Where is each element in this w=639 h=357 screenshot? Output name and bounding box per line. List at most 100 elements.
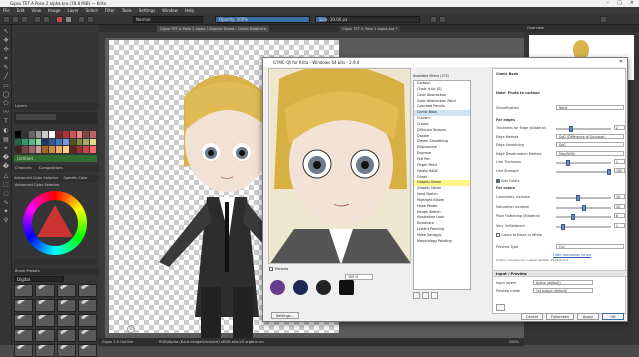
input-layers-select[interactable]: Active (default) <box>533 280 593 285</box>
filter-preview[interactable] <box>268 68 411 264</box>
palette-swatch[interactable] <box>35 138 42 146</box>
open-document-icon[interactable] <box>12 16 19 23</box>
brush-preset[interactable] <box>77 314 97 327</box>
status-zoom[interactable]: 100% <box>509 338 519 346</box>
param-slider[interactable] <box>556 126 611 132</box>
palette-swatch[interactable] <box>62 131 69 138</box>
ok-button[interactable]: OK <box>602 313 624 320</box>
menu-item-image[interactable]: Image <box>48 8 61 13</box>
brush-settings-icon[interactable] <box>87 16 94 23</box>
filter-item[interactable]: Morphology Painting <box>414 239 470 245</box>
palette-swatch[interactable] <box>21 138 28 146</box>
palette-swatch[interactable] <box>49 138 55 146</box>
color-triangle[interactable] <box>37 205 73 237</box>
ellipse-select-icon[interactable]: ⬚ <box>2 181 10 189</box>
param-slider[interactable] <box>556 223 611 230</box>
brush-preset[interactable] <box>56 329 76 342</box>
palette-swatch[interactable] <box>28 131 35 138</box>
palette-swatch[interactable] <box>49 146 55 153</box>
menu-item-help[interactable]: Help <box>185 8 194 13</box>
brush-preset[interactable] <box>14 329 34 342</box>
brush-preset[interactable] <box>35 314 55 327</box>
brush-preset[interactable] <box>14 314 34 327</box>
palette-swatch[interactable] <box>69 138 76 146</box>
palette-swatch[interactable] <box>56 138 62 146</box>
tab-compositions[interactable]: Compositions <box>36 166 66 170</box>
fill-icon[interactable]: ◐ <box>2 127 10 135</box>
brush-preset[interactable] <box>77 329 97 342</box>
rectangle-icon[interactable]: ▭ <box>2 82 10 90</box>
param-value[interactable]: 6 <box>614 213 625 218</box>
new-document-icon[interactable] <box>3 16 10 23</box>
slider-handle[interactable] <box>576 195 581 201</box>
save-document-icon[interactable] <box>21 16 28 23</box>
tab-channels[interactable]: Channels <box>12 166 35 170</box>
maximize-icon[interactable]: □ <box>617 0 622 7</box>
slider-handle[interactable] <box>571 214 576 220</box>
add-favorite-icon[interactable] <box>413 292 420 299</box>
palette-swatches[interactable] <box>15 131 96 153</box>
palette-swatch[interactable] <box>76 131 83 138</box>
brush-preset[interactable] <box>56 314 76 327</box>
size-slider[interactable]: Size: 10.00 px <box>315 16 420 23</box>
preview-checkbox[interactable] <box>269 267 273 271</box>
brush-preset[interactable] <box>14 299 34 312</box>
dialog-extra-icon[interactable] <box>496 304 505 311</box>
transform-icon[interactable]: ✥ <box>2 37 10 45</box>
output-mode-select[interactable]: 1st output (default) <box>533 288 593 293</box>
pan-icon[interactable]: ⚲ <box>2 217 10 225</box>
mirror-vertical-icon[interactable] <box>439 16 446 23</box>
layer-row[interactable]: Untitled <box>14 155 97 162</box>
palette-swatch[interactable] <box>69 146 76 153</box>
param-value[interactable]: 10 <box>614 194 625 199</box>
param-select[interactable]: DoG (Difference of Gaussian) <box>556 133 624 139</box>
palette-swatch[interactable] <box>35 131 42 138</box>
palette-swatch[interactable] <box>42 138 49 146</box>
zoom-icon[interactable]: ✦ <box>2 208 10 216</box>
brush-preset[interactable] <box>56 284 76 297</box>
ellipse-icon[interactable]: ◯ <box>2 91 10 99</box>
slider-handle[interactable] <box>568 126 573 132</box>
color-wheel[interactable] <box>23 191 87 255</box>
gradient-swatch-icon[interactable] <box>56 16 63 23</box>
palette-swatch[interactable] <box>15 131 21 138</box>
redo-icon[interactable] <box>43 16 50 23</box>
pattern-swatch-icon[interactable] <box>65 16 72 23</box>
line-icon[interactable]: ╱ <box>2 73 10 81</box>
palette-swatch[interactable] <box>42 131 49 138</box>
brush-preset[interactable] <box>56 299 76 312</box>
menu-item-file[interactable]: File <box>3 8 10 13</box>
palette-swatch[interactable] <box>62 138 69 146</box>
rect-select-icon[interactable]: △ <box>2 172 10 180</box>
menu-item-layer[interactable]: Layer <box>67 8 78 13</box>
palette-swatch[interactable] <box>90 138 96 146</box>
preview-toggle[interactable]: Preview <box>269 267 288 271</box>
colors-bw-row[interactable]: Colors to Black or White <box>496 233 542 237</box>
menu-item-view[interactable]: View <box>31 8 41 13</box>
palette-swatch[interactable] <box>56 131 62 138</box>
magic-wand-icon[interactable]: ∿ <box>2 199 10 207</box>
slider-handle[interactable] <box>581 204 586 211</box>
move-icon[interactable]: ✣ <box>2 46 10 54</box>
menu-item-edit[interactable]: Edit <box>17 8 25 13</box>
text-icon[interactable]: T <box>2 118 10 126</box>
palette-swatch[interactable] <box>21 131 28 138</box>
fullscreen-button[interactable]: Fullscreen <box>546 313 574 320</box>
slider-handle[interactable] <box>561 223 566 230</box>
brush-preset[interactable] <box>35 329 55 342</box>
brush-preset[interactable] <box>35 284 55 297</box>
cancel-button[interactable]: Cancel <box>521 313 543 320</box>
palette-swatch[interactable] <box>83 138 90 146</box>
param-value[interactable]: 100 <box>614 167 625 173</box>
slider-handle[interactable] <box>607 168 611 175</box>
lasso-icon[interactable]: ◌ <box>2 190 10 198</box>
remove-favorite-icon[interactable] <box>422 292 429 299</box>
palette-swatch[interactable] <box>76 138 83 146</box>
undo-icon[interactable] <box>34 16 41 23</box>
input-preview-header[interactable]: Input / Preview <box>493 270 627 277</box>
brush-preset[interactable] <box>14 284 34 297</box>
palette-swatch[interactable] <box>49 131 55 138</box>
param-select[interactable]: Max(RGB) <box>556 150 624 156</box>
param-value[interactable]: 2 <box>614 125 625 130</box>
menu-item-filter[interactable]: Filter <box>105 8 115 13</box>
